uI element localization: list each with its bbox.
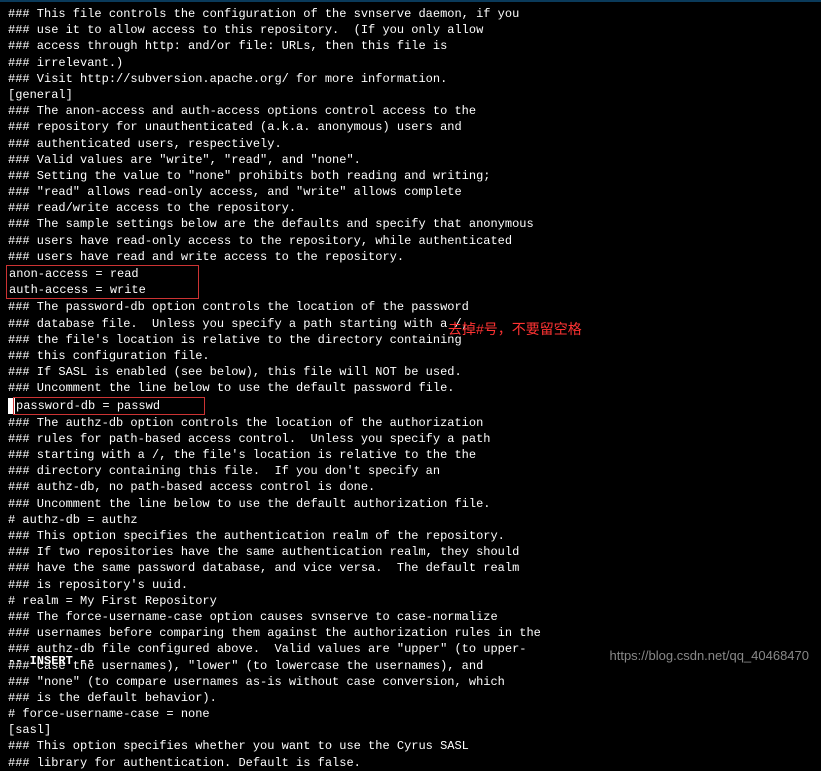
config-line: ### directory containing this file. If y…	[8, 463, 813, 479]
config-line: ### This option specifies the authentica…	[8, 528, 813, 544]
config-line: ### Uncomment the line below to use the …	[8, 496, 813, 512]
config-line: ### access through http: and/or file: UR…	[8, 38, 813, 54]
config-line: ### The authz-db option controls the loc…	[8, 415, 813, 431]
config-line: ### The anon-access and auth-access opti…	[8, 103, 813, 119]
config-line: ### Valid values are "write", "read", an…	[8, 152, 813, 168]
highlighted-access-lines: anon-access = read auth-access = write	[8, 265, 813, 299]
config-line: ### "read" allows read-only access, and …	[8, 184, 813, 200]
config-line: ### read/write access to the repository.	[8, 200, 813, 216]
config-line: ### repository for unauthenticated (a.k.…	[8, 119, 813, 135]
config-line: ### This option specifies whether you wa…	[8, 738, 813, 754]
window-top-border	[0, 0, 821, 2]
config-line: # force-username-case = none	[8, 706, 813, 722]
config-line: ### library for authentication. Default …	[8, 755, 813, 771]
config-line: ### users have read and write access to …	[8, 249, 813, 265]
config-line: ### starting with a /, the file's locati…	[8, 447, 813, 463]
config-line: ### If SASL is enabled (see below), this…	[8, 364, 813, 380]
config-line: ### rules for path-based access control.…	[8, 431, 813, 447]
highlighted-passwd-line: password-db = passwd	[8, 397, 813, 415]
config-line: ### users have read-only access to the r…	[8, 233, 813, 249]
config-line: ### is repository's uuid.	[8, 577, 813, 593]
vim-mode-status: -- INSERT --	[8, 653, 94, 669]
config-line: ### Setting the value to "none" prohibit…	[8, 168, 813, 184]
config-line: [sasl]	[8, 722, 813, 738]
config-line: # realm = My First Repository	[8, 593, 813, 609]
config-line: [general]	[8, 87, 813, 103]
config-line: ### authenticated users, respectively.	[8, 136, 813, 152]
config-line: ### database file. Unless you specify a …	[8, 316, 813, 332]
config-line: ### The password-db option controls the …	[8, 299, 813, 315]
config-line: ### If two repositories have the same au…	[8, 544, 813, 560]
watermark-url: https://blog.csdn.net/qq_40468470	[610, 647, 810, 665]
config-line: ### Uncomment the line below to use the …	[8, 380, 813, 396]
config-line: ### the file's location is relative to t…	[8, 332, 813, 348]
config-line: ### have the same password database, and…	[8, 560, 813, 576]
config-line: ### usernames before comparing them agai…	[8, 625, 813, 641]
config-line: ### The sample settings below are the de…	[8, 216, 813, 232]
config-line: ### is the default behavior).	[8, 690, 813, 706]
config-line: ### Visit http://subversion.apache.org/ …	[8, 71, 813, 87]
config-line: ### use it to allow access to this repos…	[8, 22, 813, 38]
config-line: ### irrelevant.)	[8, 55, 813, 71]
annotation-text: 去掉#号，不要留空格	[448, 320, 582, 339]
config-line: ### This file controls the configuration…	[8, 6, 813, 22]
config-line: ### this configuration file.	[8, 348, 813, 364]
config-line: ### authz-db, no path-based access contr…	[8, 479, 813, 495]
config-line: ### The force-username-case option cause…	[8, 609, 813, 625]
config-line: # authz-db = authz	[8, 512, 813, 528]
config-line: ### "none" (to compare usernames as-is w…	[8, 674, 813, 690]
